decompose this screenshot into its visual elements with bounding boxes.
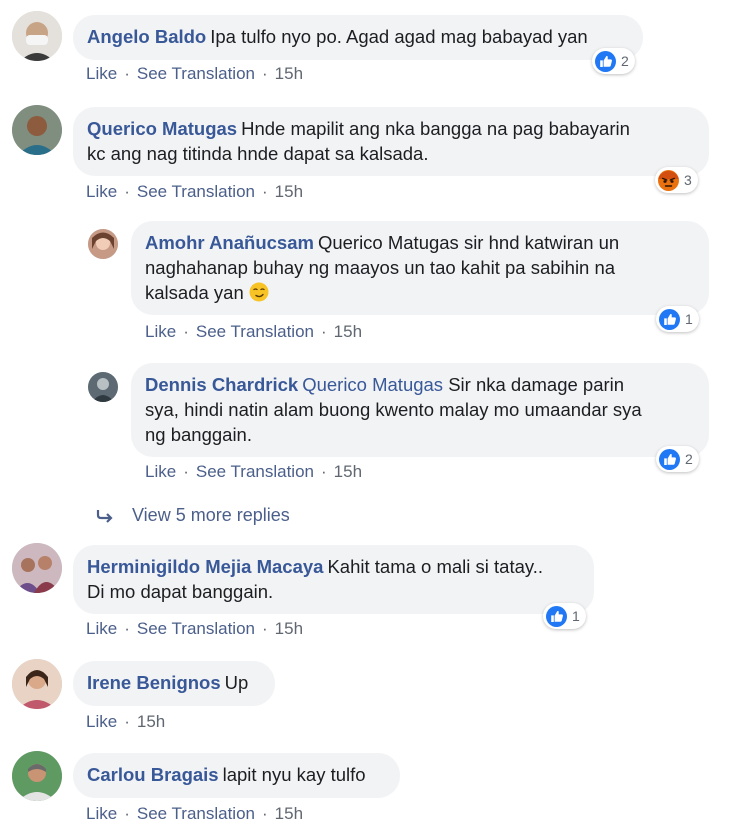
comment-bubble: Carlou Bragais lapit nyu kay tulfo	[73, 753, 400, 798]
separator: ·	[262, 64, 268, 83]
see-translation-link[interactable]: See Translation	[196, 322, 314, 341]
reaction-count: 2	[685, 451, 693, 467]
timestamp[interactable]: 15h	[275, 619, 303, 638]
comment-text: Up	[224, 672, 249, 693]
see-translation-link[interactable]: See Translation	[137, 182, 255, 201]
separator: ·	[124, 64, 130, 83]
reaction-count: 2	[621, 53, 629, 69]
see-translation-link[interactable]: See Translation	[196, 462, 314, 481]
avatar[interactable]	[12, 659, 62, 709]
timestamp[interactable]: 15h	[275, 182, 303, 201]
like-icon	[659, 448, 680, 470]
separator: ·	[124, 619, 130, 638]
comment-author[interactable]: Angelo Baldo	[87, 26, 206, 47]
timestamp[interactable]: 15h	[137, 712, 165, 731]
reaction-count: 3	[684, 172, 692, 188]
comment-bubble: Angelo Baldo Ipa tulfo nyo po. Agad agad …	[73, 15, 643, 60]
smirk-face-icon	[249, 282, 269, 302]
avatar[interactable]	[12, 11, 62, 61]
comment-actions: Like · 15h	[86, 712, 165, 732]
see-translation-link[interactable]: See Translation	[137, 804, 255, 823]
reply-actions: Like · See Translation · 15h	[145, 462, 362, 482]
avatar[interactable]	[12, 543, 62, 593]
reply-text-line-1: Sir nka damage parin	[443, 374, 625, 395]
comment-text: Ipa tulfo nyo po. Agad agad mag babayad …	[210, 26, 588, 47]
separator: ·	[124, 182, 130, 201]
comment-author[interactable]: Irene Benignos	[87, 672, 221, 693]
see-translation-link[interactable]: See Translation	[137, 619, 255, 638]
comment-author[interactable]: Carlou Bragais	[87, 764, 219, 785]
avatar[interactable]	[88, 229, 118, 259]
reply-author[interactable]: Amohr Anañucsam	[145, 232, 314, 253]
comment-text: lapit nyu kay tulfo	[222, 764, 366, 785]
view-more-label: View 5 more replies	[132, 505, 290, 525]
like-button[interactable]: Like	[86, 64, 117, 83]
separator: ·	[321, 462, 327, 481]
reply-text-line-2: sya, hindi natin alam buong kwento malay…	[145, 399, 642, 420]
avatar[interactable]	[88, 372, 118, 402]
separator: ·	[321, 322, 327, 341]
like-icon	[659, 308, 680, 330]
comment-text-line-1: Kahit tama o mali si tatay..	[327, 556, 544, 577]
timestamp[interactable]: 15h	[334, 322, 362, 341]
separator: ·	[262, 182, 268, 201]
reply-text-line-3: kalsada yan	[145, 282, 244, 303]
reply-bubble: Amohr Anañucsam Querico Matugas sir hnd k…	[131, 221, 709, 315]
reaction-summary[interactable]: 1	[656, 306, 699, 332]
like-button[interactable]: Like	[86, 619, 117, 638]
separator: ·	[262, 619, 268, 638]
reaction-summary[interactable]: 1	[543, 603, 586, 629]
reply-bubble: Dennis Chardrick Querico Matugas Sir nka …	[131, 363, 709, 457]
reaction-summary[interactable]: 2	[656, 446, 699, 472]
angry-icon	[658, 169, 679, 191]
reply-arrow-icon	[96, 509, 113, 523]
reply-author[interactable]: Dennis Chardrick	[145, 374, 298, 395]
like-button[interactable]: Like	[86, 712, 117, 731]
separator: ·	[124, 712, 130, 731]
reply-text-line-1: Querico Matugas sir hnd katwiran un	[317, 232, 620, 253]
comment-bubble: Irene Benignos Up	[73, 661, 275, 706]
view-more-replies-link[interactable]: View 5 more replies	[96, 505, 290, 526]
see-translation-link[interactable]: See Translation	[137, 64, 255, 83]
comment-text-line-2: kc ang nag titinda hnde dapat sa kalsada…	[87, 143, 429, 164]
like-icon	[595, 50, 616, 72]
comment-actions: Like · See Translation · 15h	[86, 804, 303, 824]
like-button[interactable]: Like	[86, 182, 117, 201]
like-icon	[546, 605, 567, 627]
avatar[interactable]	[12, 105, 62, 155]
comment-text-line-2: Di mo dapat banggain.	[87, 581, 274, 602]
separator: ·	[183, 322, 189, 341]
comment-text-line-1: Hnde mapilit ang nka bangga na pag babay…	[241, 118, 630, 139]
separator: ·	[183, 462, 189, 481]
comment-bubble: Querico Matugas Hnde mapilit ang nka bang…	[73, 107, 709, 176]
comment-actions: Like · See Translation · 15h	[86, 64, 303, 84]
like-button[interactable]: Like	[86, 804, 117, 823]
reply-mention[interactable]: Querico Matugas	[302, 374, 443, 395]
timestamp[interactable]: 15h	[275, 64, 303, 83]
timestamp[interactable]: 15h	[334, 462, 362, 481]
avatar[interactable]	[12, 751, 62, 801]
reaction-summary[interactable]: 2	[592, 48, 635, 74]
separator: ·	[124, 804, 130, 823]
like-button[interactable]: Like	[145, 322, 176, 341]
comment-author[interactable]: Querico Matugas	[87, 118, 237, 139]
reply-text-line-3: ng banggain.	[145, 424, 252, 445]
reply-text-line-2: naghahanap buhay ng maayos un tao kahit …	[145, 257, 616, 278]
reaction-summary[interactable]: 3	[655, 167, 698, 193]
separator: ·	[262, 804, 268, 823]
like-button[interactable]: Like	[145, 462, 176, 481]
comment-bubble: Herminigildo Mejia Macaya Kahit tama o ma…	[73, 545, 594, 614]
comment-author[interactable]: Herminigildo Mejia Macaya	[87, 556, 323, 577]
timestamp[interactable]: 15h	[275, 804, 303, 823]
comment-actions: Like · See Translation · 15h	[86, 182, 303, 202]
comment-actions: Like · See Translation · 15h	[86, 619, 303, 639]
reaction-count: 1	[685, 311, 693, 327]
reply-actions: Like · See Translation · 15h	[145, 322, 362, 342]
reaction-count: 1	[572, 608, 580, 624]
